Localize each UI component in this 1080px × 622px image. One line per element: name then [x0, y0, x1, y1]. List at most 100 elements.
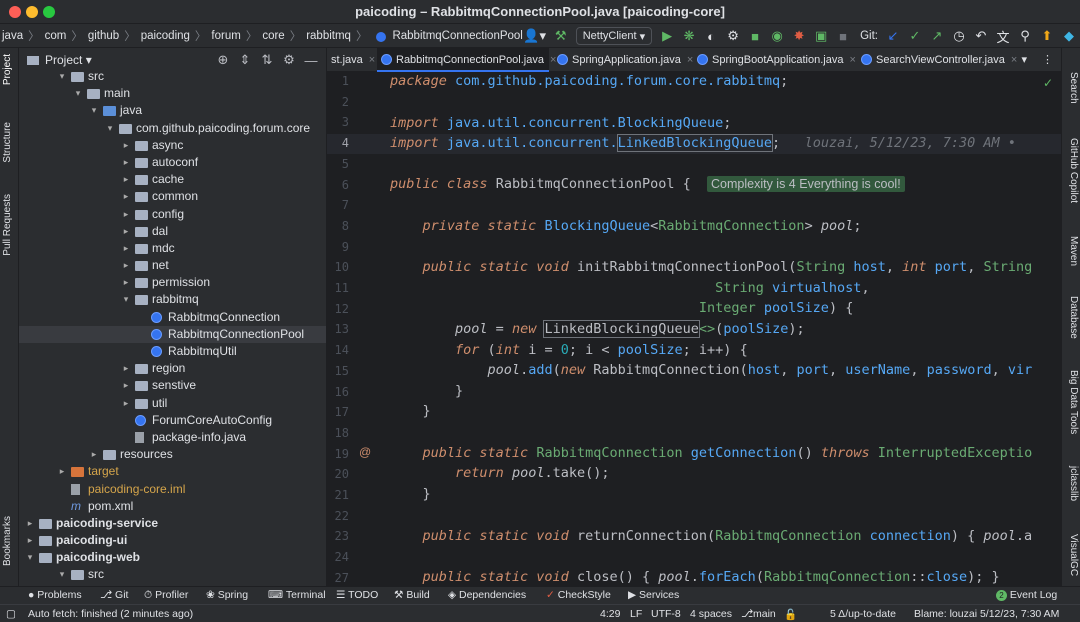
tree-item[interactable]: ▸ dal — [19, 223, 326, 240]
chevron-right-icon[interactable]: ▸ — [121, 171, 131, 188]
tree-item[interactable]: m pom.xml — [19, 498, 326, 515]
git-commit-icon[interactable]: ✓ — [906, 27, 924, 45]
chevron-right-icon[interactable]: ▸ — [121, 188, 131, 205]
translate-icon[interactable]: 文 — [994, 27, 1012, 45]
chevron-right-icon[interactable]: ▸ — [121, 240, 131, 257]
run-config-select[interactable]: NettyClient ▾ — [575, 27, 653, 45]
user-icon[interactable]: 👤▾ — [522, 27, 548, 45]
close-icon[interactable]: × — [1011, 54, 1017, 66]
event-log-tool[interactable]: 2 Event Log — [996, 589, 1057, 601]
breadcrumb-github[interactable]: github — [86, 30, 121, 42]
tree-item[interactable]: ▾ src — [19, 566, 326, 583]
chevron-down-icon[interactable]: ▾ — [86, 53, 92, 67]
line-number[interactable]: 23 — [327, 529, 349, 543]
tree-item[interactable]: ▾ paicoding-web — [19, 549, 326, 566]
line-number[interactable]: 27 — [327, 571, 349, 585]
line-number[interactable]: 14 — [327, 343, 349, 357]
status-message[interactable]: Auto fetch: finished (2 minutes ago) — [28, 608, 193, 620]
line-number[interactable]: 2 — [327, 95, 349, 109]
chevron-right-icon[interactable]: ▸ — [121, 223, 131, 240]
tree-item[interactable]: ▸ paicoding-service — [19, 515, 326, 532]
tree-item[interactable]: ▸ autoconf — [19, 154, 326, 171]
tree-item[interactable]: ▸ paicoding-ui — [19, 532, 326, 549]
breadcrumb-rabbitmq[interactable]: rabbitmq — [304, 30, 353, 42]
line-number[interactable]: 6 — [327, 178, 349, 192]
debug-icon[interactable]: ❋ — [680, 27, 698, 45]
line-number[interactable]: 21 — [327, 488, 349, 502]
problems-tool[interactable]: ● Problems — [28, 589, 82, 601]
breadcrumb-com[interactable]: com — [43, 30, 69, 42]
chevron-down-icon[interactable]: ▾ — [57, 68, 67, 85]
search-icon[interactable]: ⚲ — [1016, 27, 1034, 45]
chevron-right-icon[interactable]: ▸ — [121, 154, 131, 171]
breadcrumb-core[interactable]: core — [260, 30, 286, 42]
tree-item[interactable]: ▾ com.github.paicoding.forum.core — [19, 120, 326, 137]
database-tool-window[interactable]: Database — [1065, 296, 1079, 339]
line-number[interactable]: 17 — [327, 405, 349, 419]
tree-item[interactable]: ▸ region — [19, 360, 326, 377]
terminal-tool[interactable]: ⌨ Terminal — [268, 589, 326, 601]
breadcrumb-paicoding[interactable]: paicoding — [139, 30, 192, 42]
line-number[interactable]: 5 — [327, 157, 349, 171]
line-number[interactable]: 22 — [327, 509, 349, 523]
more-icon[interactable]: ⋮ — [1042, 48, 1053, 72]
line-number[interactable]: 3 — [327, 115, 349, 129]
code-editor[interactable]: 1 2 3 4 5 6 7 8 9 10 11 12 13 14 15 16 17 18 19 20 21 22 23 24 2… — [327, 72, 1061, 586]
reload-icon[interactable]: ◉ — [768, 27, 786, 45]
indent-setting[interactable]: 4 spaces — [690, 608, 732, 620]
rollback-icon[interactable]: ↶ — [972, 27, 990, 45]
chevron-down-icon[interactable]: ▾ — [105, 120, 115, 137]
ide-logo-icon[interactable]: ◆ — [1060, 27, 1078, 45]
tree-item[interactable]: RabbitmqConnection — [19, 309, 326, 326]
line-number[interactable]: 4 — [327, 136, 349, 150]
tree-item[interactable]: ▸ target — [19, 463, 326, 480]
close-icon[interactable]: × — [849, 54, 855, 66]
chevron-right-icon[interactable]: ▸ — [25, 532, 35, 549]
tree-item[interactable]: ▸ mdc — [19, 240, 326, 257]
git-tool[interactable]: ⎇ Git — [100, 589, 128, 601]
jclasslib-tool-window[interactable]: jclasslib — [1065, 466, 1079, 501]
build-tool[interactable]: ⚒ Build — [394, 589, 430, 601]
chevron-down-icon[interactable]: ▾ — [89, 102, 99, 119]
editor-tab[interactable]: SearchViewController.java × — [857, 48, 1017, 72]
git-update-icon[interactable]: ↙ — [884, 27, 902, 45]
tree-item[interactable]: package-info.java — [19, 429, 326, 446]
project-view-select[interactable]: Project — [45, 53, 82, 67]
tree-item[interactable]: RabbitmqUtil — [19, 343, 326, 360]
gear-icon[interactable]: ⚙ — [280, 51, 298, 69]
spring-tool[interactable]: ❀ Spring — [206, 589, 248, 601]
git-push-icon[interactable]: ↗ — [928, 27, 946, 45]
chevron-down-icon[interactable]: ▾ — [73, 85, 83, 102]
tree-item[interactable]: ForumCoreAutoConfig — [19, 412, 326, 429]
profile-icon[interactable]: ⚙ — [724, 27, 742, 45]
line-number[interactable]: 13 — [327, 322, 349, 336]
chevron-right-icon[interactable]: ▸ — [121, 377, 131, 394]
update-icon[interactable]: ⬆ — [1038, 27, 1056, 45]
run-icon[interactable]: ▶ — [658, 27, 676, 45]
tree-item[interactable]: RabbitmqConnectionPool — [19, 325, 326, 343]
chevron-right-icon[interactable]: ▸ — [121, 206, 131, 223]
big-data-tools-tool-window[interactable]: Big Data Tools — [1065, 370, 1079, 434]
locate-icon[interactable]: ⊕ — [214, 51, 232, 69]
todo-tool[interactable]: ☰ TODO — [336, 589, 378, 601]
line-number[interactable]: 1 — [327, 74, 349, 88]
git-branch[interactable]: main — [753, 608, 776, 620]
chevron-right-icon[interactable]: ▸ — [121, 395, 131, 412]
attach-icon[interactable]: ▣ — [812, 27, 830, 45]
structure-tool-window[interactable]: Structure — [2, 122, 16, 163]
expand-all-icon[interactable]: ⇕ — [236, 51, 254, 69]
line-number[interactable]: 16 — [327, 385, 349, 399]
editor-tab[interactable]: SpringApplication.java × — [553, 48, 693, 72]
line-number[interactable]: 15 — [327, 364, 349, 378]
tree-item[interactable]: ▸ config — [19, 206, 326, 223]
search-tool-window[interactable]: Search — [1065, 72, 1079, 104]
chevron-right-icon[interactable]: ▸ — [25, 515, 35, 532]
hammer-icon[interactable]: ⚒ — [552, 27, 570, 45]
line-number[interactable]: 9 — [327, 240, 349, 254]
profiler-tool[interactable]: ⏱ Profiler — [144, 589, 188, 602]
tree-item[interactable]: ▸ common — [19, 188, 326, 205]
tree-item[interactable]: ▾ java — [19, 102, 326, 119]
chevron-down-icon[interactable]: ▾ — [121, 291, 131, 308]
pull-requests-tool-window[interactable]: Pull Requests — [2, 194, 16, 256]
line-number[interactable]: 8 — [327, 219, 349, 233]
